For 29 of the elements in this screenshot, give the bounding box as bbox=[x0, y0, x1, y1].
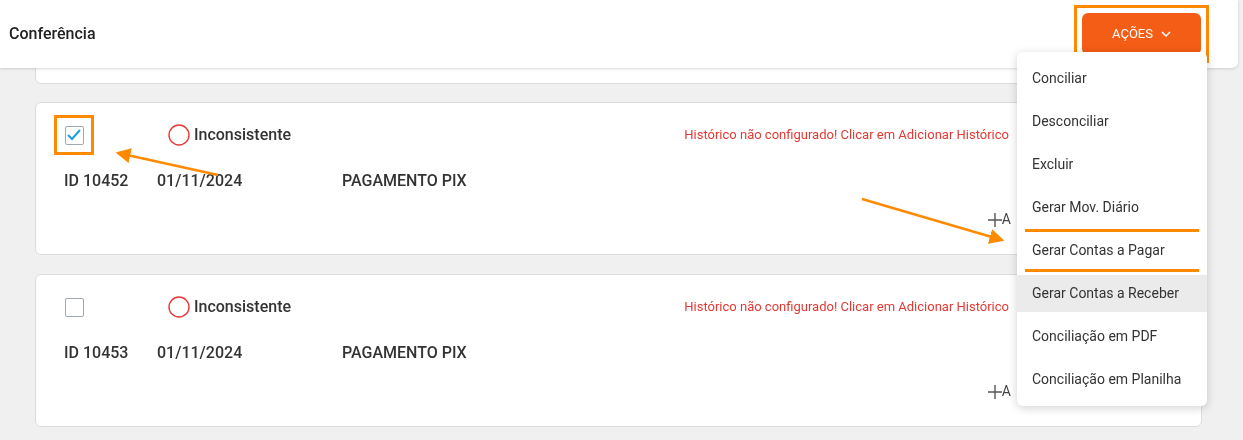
record-description: PAGAMENTO PIX bbox=[342, 170, 467, 192]
checkbox[interactable] bbox=[64, 297, 84, 317]
menu-item[interactable]: Conciliação em PDF bbox=[1017, 318, 1207, 355]
add-history-button[interactable]: A bbox=[987, 381, 1011, 402]
status-circle-icon bbox=[168, 296, 190, 318]
status-circle-icon bbox=[168, 124, 190, 146]
menu-item[interactable]: Conciliar bbox=[1017, 60, 1207, 97]
menu-item[interactable]: Gerar Contas a Pagar bbox=[1017, 232, 1207, 269]
record-id: ID 10452 bbox=[64, 170, 130, 192]
warning-text: Histórico não configurado! Clicar em Adicionar Histórico bbox=[684, 126, 1009, 145]
chevron-down-icon bbox=[1160, 31, 1171, 37]
record-id: ID 10453 bbox=[64, 342, 130, 364]
menu-item[interactable]: Desconciliar bbox=[1017, 103, 1207, 140]
menu-item[interactable]: Gerar Mov. Diário bbox=[1017, 189, 1207, 226]
status-label: Inconsistente bbox=[194, 296, 292, 318]
menu-item[interactable]: Excluir bbox=[1017, 146, 1207, 183]
record-date: 01/11/2024 bbox=[157, 342, 244, 364]
plus-icon bbox=[987, 212, 1002, 227]
menu-item[interactable]: Conciliação em Planilha bbox=[1017, 361, 1207, 398]
status-label: Inconsistente bbox=[194, 124, 292, 146]
check-icon bbox=[67, 129, 81, 141]
record-date: 01/11/2024 bbox=[157, 170, 244, 192]
plus-icon bbox=[987, 384, 1002, 399]
warning-text: Histórico não configurado! Clicar em Adicionar Histórico bbox=[684, 298, 1009, 317]
page-title: Conferência bbox=[9, 23, 96, 45]
checkbox[interactable] bbox=[64, 125, 84, 145]
record-description: PAGAMENTO PIX bbox=[342, 342, 467, 364]
add-history-button[interactable]: A bbox=[987, 209, 1011, 230]
menu-item[interactable]: Gerar Contas a Receber bbox=[1017, 275, 1207, 312]
